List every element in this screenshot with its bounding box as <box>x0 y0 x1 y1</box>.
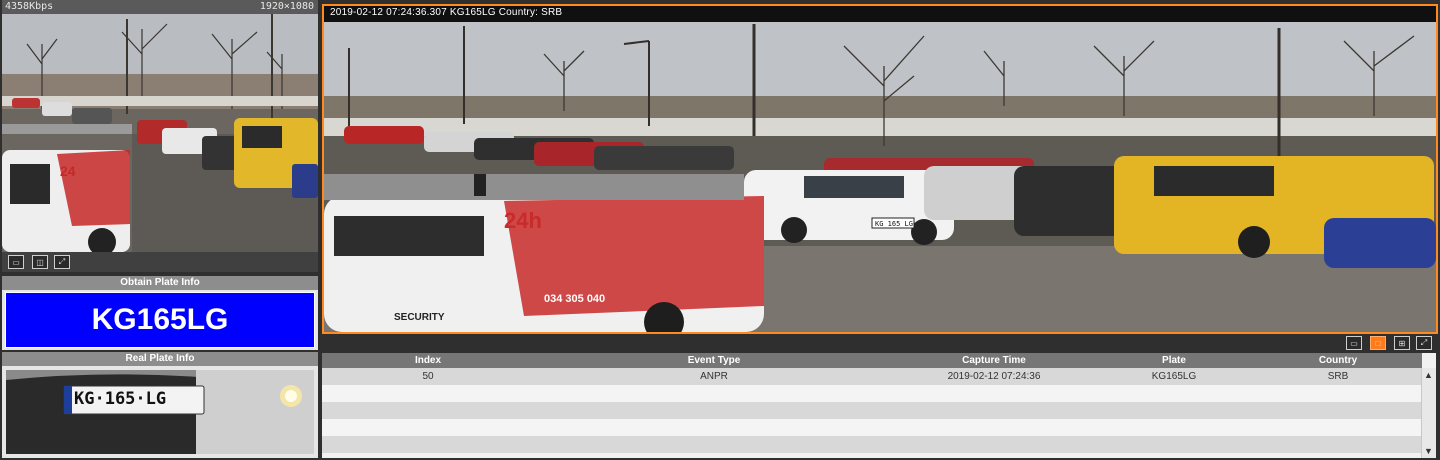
table-row <box>322 402 1422 419</box>
event-table: Index Event Type Capture Time Plate Coun… <box>322 353 1436 458</box>
fullscreen-icon[interactable]: ⤢ <box>54 255 70 269</box>
table-row <box>322 419 1422 436</box>
scroll-up-icon[interactable]: ▲ <box>1424 370 1433 380</box>
cell-plate: KG165LG <box>1094 368 1254 385</box>
column-header-event-type[interactable]: Event Type <box>534 353 894 368</box>
cell-country: SRB <box>1254 368 1422 385</box>
cell-index: 50 <box>322 368 534 385</box>
svg-text:24: 24 <box>60 163 76 179</box>
scroll-down-icon[interactable]: ▼ <box>1424 446 1433 456</box>
car-plate-label: KG 165 LG <box>875 220 913 228</box>
column-header-capture-time[interactable]: Capture Time <box>894 353 1094 368</box>
cell-event-type: ANPR <box>534 368 894 385</box>
obtained-plate-number: KG165LG <box>5 292 315 348</box>
van-text-24h: 24h <box>504 208 542 233</box>
fullscreen-icon[interactable]: ⤢ <box>1416 336 1432 350</box>
snapshot-icon[interactable]: ▭ <box>1346 336 1362 350</box>
column-header-country[interactable]: Country <box>1254 353 1422 368</box>
plate-crop-image: KG·165·LG <box>6 370 314 454</box>
capture-view-toolbar: ▭ □ ⊞ ⤢ <box>1346 333 1436 350</box>
single-view-icon[interactable]: □ <box>1370 336 1386 350</box>
live-view-toolbar: ▭ ◫ ⤢ <box>2 252 318 272</box>
table-scrollbar[interactable]: ▲ ▼ <box>1421 368 1436 458</box>
table-row <box>322 436 1422 453</box>
split-window-icon[interactable]: ◫ <box>32 255 48 269</box>
table-row[interactable]: 50 ANPR 2019-02-12 07:24:36 KG165LG SRB <box>322 368 1422 385</box>
obtain-plate-title: Obtain Plate Info <box>2 276 318 290</box>
bitrate-label: 4358Kbps <box>5 1 54 12</box>
table-header-row: Index Event Type Capture Time Plate Coun… <box>322 353 1422 368</box>
live-video-feed[interactable]: 24 <box>2 14 318 252</box>
table-row <box>322 385 1422 402</box>
real-plate-panel: Real Plate Info KG·165·LG <box>2 352 318 458</box>
real-plate-title: Real Plate Info <box>2 352 318 366</box>
live-scene-image: 24 <box>2 14 318 252</box>
column-header-plate[interactable]: Plate <box>1094 353 1254 368</box>
quad-view-icon[interactable]: ⊞ <box>1394 336 1410 350</box>
snapshot-icon[interactable]: ▭ <box>8 255 24 269</box>
live-view-panel: 4358Kbps 1920×1080 24 ▭ ◫ ⤢ <box>2 0 318 272</box>
van-brand: SECURITY <box>394 312 445 323</box>
real-plate-text: KG·165·LG <box>74 389 167 409</box>
van-phone: 034 305 040 <box>544 293 605 305</box>
obtain-plate-panel: Obtain Plate Info KG165LG <box>2 276 318 350</box>
column-header-index[interactable]: Index <box>322 353 534 368</box>
cell-capture-time: 2019-02-12 07:24:36 <box>894 368 1094 385</box>
resolution-label: 1920×1080 <box>259 1 314 12</box>
live-view-header: 4358Kbps 1920×1080 <box>2 0 318 14</box>
capture-osd-text: 2019-02-12 07:24:36.307 KG165LG Country:… <box>330 7 563 18</box>
capture-image-view[interactable]: 2019-02-12 07:24:36.307 KG165LG Country:… <box>322 4 1438 334</box>
capture-scene-image: KG 165 LG 24h 034 305 040 SECURITY <box>324 6 1436 332</box>
